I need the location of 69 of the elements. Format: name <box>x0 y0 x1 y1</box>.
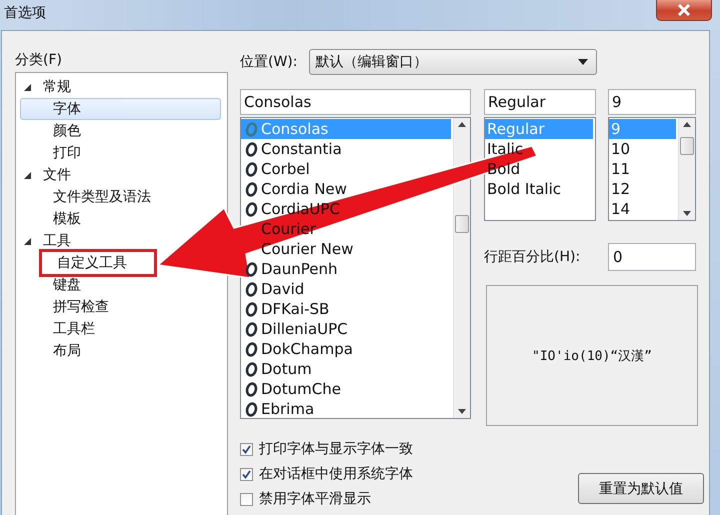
list-item[interactable]: DaunPenh <box>241 259 451 279</box>
tree-item[interactable]: 工具栏 <box>20 318 100 340</box>
list-item[interactable]: 14 <box>609 199 676 219</box>
font-icon <box>244 162 258 176</box>
reset-button[interactable]: 重置为默认值 <box>578 473 704 504</box>
tree-item[interactable]: 颜色 <box>20 120 86 142</box>
list-item[interactable]: 11 <box>609 159 676 179</box>
scroll-bar[interactable] <box>453 118 470 418</box>
tree-item[interactable]: 拼写检查 <box>20 296 114 318</box>
font-icon <box>244 342 258 356</box>
line-spacing-label: 行距百分比(H): <box>484 248 580 266</box>
checkbox[interactable] <box>240 468 253 480</box>
tree-item[interactable]: 自定义工具 <box>42 252 154 274</box>
dropdown-value: 默认（编辑窗口） <box>315 53 428 71</box>
list-item[interactable]: Bold <box>485 159 593 179</box>
position-dropdown[interactable]: 默认（编辑窗口） <box>309 49 598 75</box>
font-icon <box>244 262 258 276</box>
font-icon <box>244 202 258 216</box>
list-item[interactable]: Corbel <box>241 159 451 179</box>
list-item[interactable]: DokChampa <box>241 339 451 359</box>
tree-item[interactable]: 模板 <box>20 208 86 230</box>
tree-item[interactable]: 常规 <box>38 76 76 98</box>
list-item[interactable]: Constantia <box>241 139 451 159</box>
list-item[interactable]: Dotum <box>241 359 451 379</box>
style-field[interactable]: Regular <box>484 89 596 115</box>
font-icon <box>244 282 258 296</box>
caret-icon <box>578 59 588 65</box>
list-item[interactable]: Courier <box>241 219 451 239</box>
font-icon <box>244 122 258 136</box>
tree-item[interactable]: 键盘 <box>20 274 86 296</box>
list-item[interactable]: Courier New <box>241 239 451 259</box>
font-icon <box>244 182 258 196</box>
checkbox[interactable] <box>240 492 253 506</box>
checkbox-label: 打印字体与显示字体一致 <box>259 440 413 458</box>
close-button[interactable] <box>656 0 712 21</box>
preview-text: "IO'io(10)“汉漢” <box>532 348 652 364</box>
list-item[interactable]: David <box>241 279 451 299</box>
line-spacing-field[interactable]: 0 <box>608 243 696 271</box>
font-icon <box>244 402 258 416</box>
font-field[interactable]: Consolas <box>240 89 471 115</box>
font-icon <box>244 142 258 156</box>
list-item[interactable]: 10 <box>609 139 676 159</box>
checkbox[interactable] <box>240 442 253 456</box>
tree-item[interactable]: 字体 <box>20 98 221 120</box>
list-item[interactable]: Italic <box>485 139 593 159</box>
tree-item[interactable]: 打印 <box>20 142 86 164</box>
position-label: 位置(W): <box>240 53 298 71</box>
list-item[interactable]: 12 <box>609 179 676 199</box>
list-item[interactable]: Bold Italic <box>485 179 593 199</box>
size-field[interactable]: 9 <box>608 89 696 115</box>
window-title: 首选项 <box>4 4 46 22</box>
font-icon <box>244 302 258 316</box>
font-icon <box>244 362 258 376</box>
tree-item[interactable]: 布局 <box>20 340 86 362</box>
checkbox-label: 在对话框中使用系统字体 <box>259 465 413 483</box>
list-item[interactable]: Cordia New <box>241 179 451 199</box>
tree-item[interactable]: 文件类型及语法 <box>20 186 156 208</box>
category-label: 分类(F) <box>15 51 63 69</box>
list-item[interactable]: DotumChe <box>241 379 451 399</box>
tree-item[interactable]: 工具 <box>38 230 76 252</box>
list-item[interactable]: DilleniaUPC <box>241 319 451 339</box>
list-item[interactable]: DFKai-SB <box>241 299 451 319</box>
tree-item[interactable]: 文件 <box>38 164 76 186</box>
scroll-bar[interactable] <box>678 118 695 220</box>
font-icon <box>244 322 258 336</box>
close-icon <box>677 4 691 16</box>
checkbox-label: 禁用字体平滑显示 <box>259 490 371 508</box>
font-icon <box>244 382 258 396</box>
list-item[interactable]: Ebrima <box>241 399 451 418</box>
